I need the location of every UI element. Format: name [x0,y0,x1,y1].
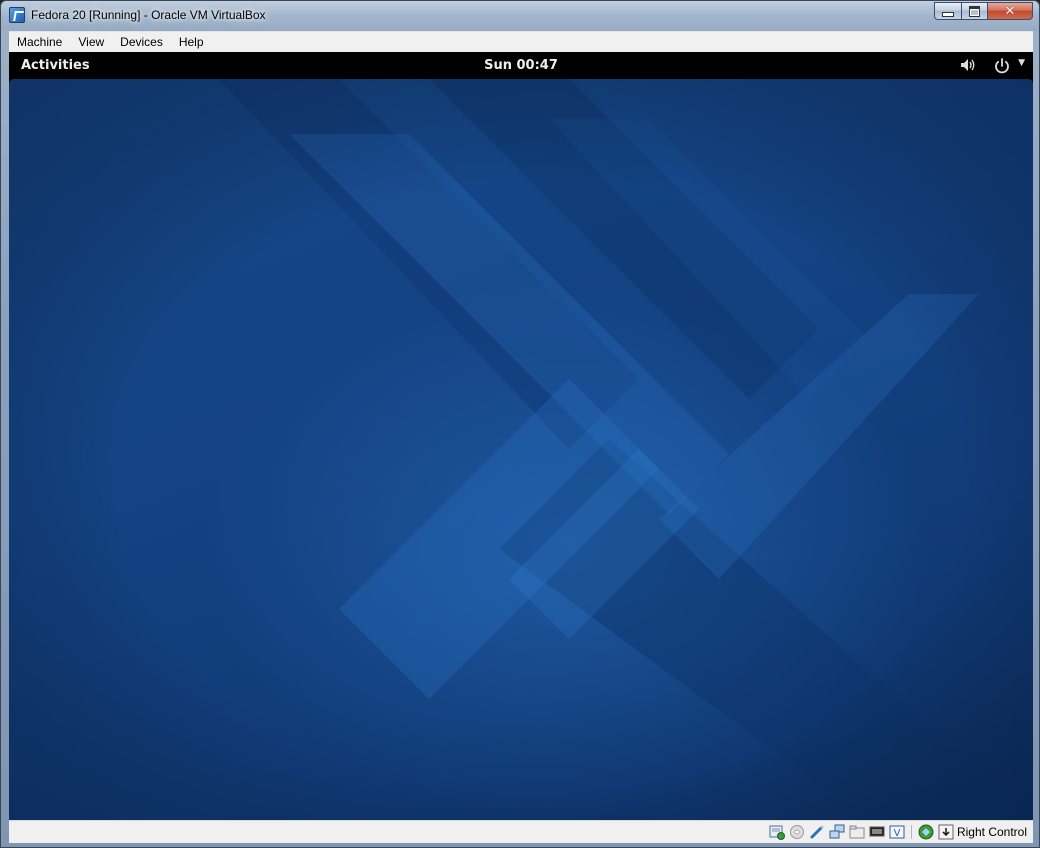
svg-text:V: V [894,828,901,839]
vm-display[interactable]: Activities Sun 00:47 ▼ [9,52,1033,820]
close-icon: ✕ [1004,3,1016,19]
minimize-button[interactable] [934,2,961,20]
maximize-button[interactable] [961,2,987,20]
network-icon[interactable] [829,824,845,840]
display-icon[interactable] [869,824,885,840]
host-key-label: Right Control [956,825,1027,839]
title-bar[interactable]: Fedora 20 [Running] - Oracle VM VirtualB… [1,1,1039,31]
activities-button[interactable]: Activities [21,58,90,73]
usb-icon[interactable] [809,824,825,840]
host-key-icon[interactable] [938,824,954,840]
maximize-icon [969,5,980,17]
close-button[interactable]: ✕ [987,2,1033,20]
video-capture-icon[interactable]: V [889,824,905,840]
desktop-wallpaper[interactable] [9,79,1033,820]
menu-devices[interactable]: Devices [112,32,171,52]
volume-icon[interactable] [959,57,977,73]
optical-drive-icon[interactable] [789,824,805,840]
menu-bar: Machine View Devices Help [9,31,1033,52]
gnome-top-bar: Activities Sun 00:47 ▼ [9,52,1033,79]
window-controls: ✕ [934,2,1033,21]
menu-machine[interactable]: Machine [9,32,70,52]
menu-view[interactable]: View [70,32,112,52]
virtualbox-icon [9,7,25,23]
virtualbox-window: Fedora 20 [Running] - Oracle VM VirtualB… [0,0,1040,848]
hard-disk-icon[interactable] [769,824,785,840]
status-separator [910,825,912,839]
minimize-icon [942,11,954,17]
shared-folders-icon[interactable] [849,824,865,840]
mouse-integration-icon[interactable] [918,824,934,840]
menu-help[interactable]: Help [171,32,212,52]
dropdown-arrow-icon[interactable]: ▼ [1018,58,1025,68]
power-icon[interactable] [993,57,1011,75]
window-title: Fedora 20 [Running] - Oracle VM VirtualB… [31,8,266,22]
fedora-wallpaper-pattern [9,79,1033,820]
status-bar: V Right Control [9,820,1033,843]
clock[interactable]: Sun 00:47 [484,58,558,73]
